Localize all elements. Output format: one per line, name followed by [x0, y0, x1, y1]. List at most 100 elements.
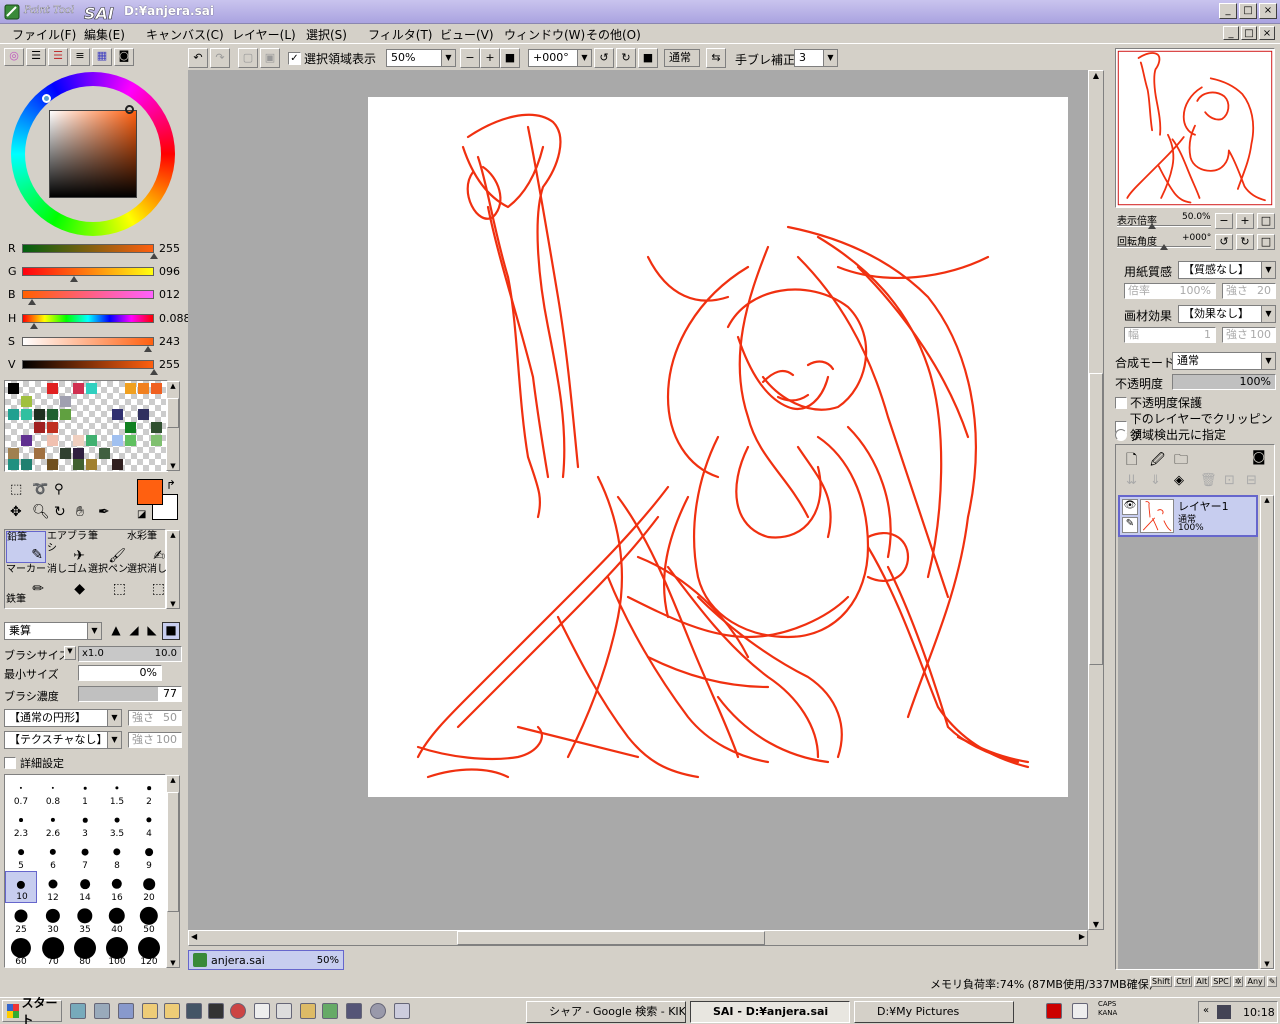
scratchpad-tab-icon[interactable]: ◙: [114, 48, 134, 66]
menu-select[interactable]: 選択(S): [306, 26, 347, 43]
swatch[interactable]: [99, 448, 110, 459]
swatch[interactable]: [34, 409, 45, 420]
brush-size-40[interactable]: 40: [101, 903, 133, 935]
help-icon[interactable]: [1072, 1003, 1088, 1019]
slider-thumb-b[interactable]: [28, 299, 37, 305]
canvas-hscrollbar[interactable]: ◀ ▶: [188, 930, 1088, 946]
brush-size-4[interactable]: 4: [133, 807, 165, 839]
tray-app-icon[interactable]: [1217, 1005, 1231, 1019]
hue-cursor[interactable]: [42, 94, 51, 103]
undo-icon[interactable]: ↶: [188, 48, 208, 68]
tool-scrollbar[interactable]: ▲ ▼: [166, 530, 180, 609]
angle-slider-thumb[interactable]: [1160, 244, 1168, 250]
stabilizer-select[interactable]: 3 ▼: [794, 49, 838, 67]
edge-medium-icon[interactable]: ◢: [126, 623, 142, 639]
canvas-viewport[interactable]: [188, 70, 1088, 930]
brush-size-9[interactable]: 9: [133, 839, 165, 871]
tool-marker[interactable]: マーカー ✏: [6, 564, 46, 596]
paper-strength-field[interactable]: 強さ 20: [1222, 283, 1276, 299]
scroll-up-icon[interactable]: ▲: [167, 776, 179, 784]
swatch[interactable]: [47, 422, 58, 433]
brush-size-50[interactable]: 50: [133, 903, 165, 935]
swatch[interactable]: [112, 409, 123, 420]
scroll-up-icon[interactable]: ▲: [167, 531, 179, 539]
zoom-out-icon[interactable]: −: [460, 48, 480, 68]
protect-opacity-checkbox[interactable]: [1115, 396, 1127, 409]
swatch[interactable]: [60, 396, 71, 407]
brush-size-5[interactable]: 5: [5, 839, 37, 871]
nav-zoom-reset-icon[interactable]: □: [1257, 213, 1275, 229]
swatch[interactable]: [86, 459, 97, 470]
swatch[interactable]: [47, 459, 58, 470]
menu-window[interactable]: ウィンドウ(W): [504, 26, 585, 43]
clear-layer-icon[interactable]: ◈: [1174, 473, 1184, 488]
tool-brush[interactable]: 筆 🖌︎: [88, 531, 128, 563]
zoom-in-icon[interactable]: +: [480, 48, 500, 68]
min-size-field[interactable]: 0%: [78, 665, 162, 681]
swatch[interactable]: [8, 448, 19, 459]
sv-square[interactable]: [49, 110, 137, 198]
swatch[interactable]: [73, 383, 84, 394]
zoom-select[interactable]: 50% ▼: [386, 49, 456, 67]
swatch[interactable]: [21, 435, 32, 446]
paper-effect-select[interactable]: 【効果なし】 ▼: [1178, 305, 1276, 323]
redo-icon[interactable]: ↷: [210, 48, 230, 68]
swatch-scrollbar[interactable]: ▲ ▼: [166, 381, 180, 471]
brush-density-field[interactable]: 77: [78, 686, 182, 702]
task-sai[interactable]: SAI - D:¥anjera.sai: [690, 1001, 850, 1023]
terminal-icon[interactable]: [208, 1003, 224, 1019]
brush-shape-select[interactable]: 【通常の円形】 ▼: [4, 709, 122, 727]
slider-thumb-g[interactable]: [70, 276, 79, 282]
brush-size-35[interactable]: 35: [69, 903, 101, 935]
slider-track-h[interactable]: [22, 314, 154, 323]
brush-size-3[interactable]: 3: [69, 807, 101, 839]
brush-size-30[interactable]: 30: [37, 903, 69, 935]
nav-rotate-reset-icon[interactable]: □: [1257, 234, 1275, 250]
brush-size-14[interactable]: 14: [69, 871, 101, 903]
brush-blend-select[interactable]: 乗算 ▼: [4, 622, 102, 640]
scroll-down-icon[interactable]: ▼: [167, 600, 179, 608]
slider-track-r[interactable]: [22, 244, 154, 253]
lasso-icon[interactable]: ➰: [32, 482, 48, 497]
doc-close-button[interactable]: ×: [1259, 26, 1275, 40]
brush-size-0.8[interactable]: 0.8: [37, 775, 69, 807]
menu-file[interactable]: ファイル(F): [12, 26, 76, 43]
rect-select-icon[interactable]: ⬚: [10, 482, 22, 497]
swatch-grid[interactable]: [4, 380, 168, 472]
rotation-select[interactable]: +000° ▼: [528, 49, 592, 67]
nav-rotate-right-icon[interactable]: ↻: [1236, 234, 1254, 250]
scroll-down-icon[interactable]: ▼: [1089, 920, 1103, 929]
zoom-slider-track[interactable]: [1117, 225, 1211, 227]
menu-canvas[interactable]: キャンバス(C): [146, 26, 224, 43]
rotate-reset-icon[interactable]: ■: [638, 48, 658, 68]
eye-icon[interactable]: 👁: [1122, 499, 1138, 515]
detail-settings-toggle[interactable]: 詳細設定: [4, 755, 64, 771]
new-layer-icon[interactable]: 🗋: [1126, 449, 1137, 473]
tool-stylus[interactable]: 鉄筆: [6, 594, 46, 610]
brush-size-2.6[interactable]: 2.6: [37, 807, 69, 839]
nav-zoom-in-icon[interactable]: +: [1236, 213, 1254, 229]
selection-source-radio[interactable]: [1115, 428, 1127, 441]
swatch[interactable]: [151, 435, 162, 446]
scroll-down-icon[interactable]: ▼: [167, 462, 179, 470]
doc-restore-button[interactable]: □: [1241, 26, 1257, 40]
brush-size-2[interactable]: 2: [133, 775, 165, 807]
minimize-button[interactable]: _: [1219, 3, 1237, 19]
ime-indicator[interactable]: CAPS KANA: [1098, 1000, 1117, 1018]
shape-strength-field[interactable]: 強さ 50: [128, 710, 182, 726]
brush-size-7[interactable]: 7: [69, 839, 101, 871]
brush-size-25[interactable]: 25: [5, 903, 37, 935]
swatch[interactable]: [47, 409, 58, 420]
tool-pencil[interactable]: 鉛筆 ✎: [6, 531, 46, 563]
tool-select-eraser[interactable]: 選択消し ⬚: [127, 564, 167, 596]
player-icon[interactable]: [370, 1003, 386, 1019]
selection-source-toggle[interactable]: 領域検出元に指定: [1115, 426, 1226, 443]
hsv-slider-tab-icon[interactable]: ☰: [48, 48, 68, 66]
window-icon[interactable]: [346, 1003, 362, 1019]
zoom-reset-icon[interactable]: ■: [500, 48, 520, 68]
rotate-left-icon[interactable]: ↺: [594, 48, 614, 68]
brush-size-80[interactable]: 80: [69, 935, 101, 967]
app-icon[interactable]: [230, 1003, 246, 1019]
selection-show-toggle[interactable]: ✓ 選択領域表示: [288, 50, 376, 67]
swatch[interactable]: [112, 459, 123, 470]
